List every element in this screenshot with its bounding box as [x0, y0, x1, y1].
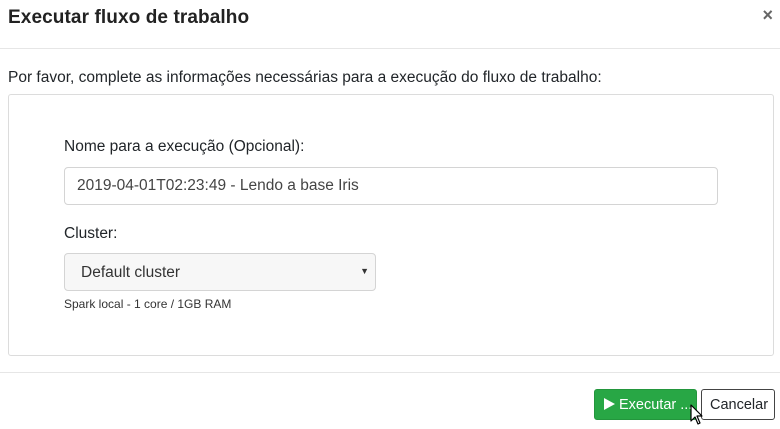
cancel-button-label: Cancelar	[710, 397, 769, 413]
cluster-help-text: Spark local - 1 core / 1GB RAM	[64, 297, 232, 311]
cancel-button[interactable]: Cancelar	[701, 389, 775, 420]
footer-divider	[0, 372, 780, 373]
play-icon	[604, 398, 615, 410]
run-button-label: Executar ...	[619, 397, 693, 413]
intro-text: Por favor, complete as informações neces…	[8, 69, 602, 86]
modal-header: Executar fluxo de trabalho ×	[0, 0, 780, 49]
close-icon[interactable]: ×	[762, 5, 773, 25]
execution-name-input[interactable]: 2019-04-01T02:23:49 - Lendo a base Iris	[64, 167, 718, 205]
cluster-label: Cluster:	[64, 225, 118, 242]
run-button[interactable]: Executar ...	[594, 389, 697, 420]
modal-title: Executar fluxo de trabalho	[8, 7, 250, 28]
mouse-cursor-icon	[690, 404, 703, 425]
chevron-down-icon: ▼	[360, 266, 369, 276]
form-panel	[8, 94, 774, 356]
execution-name-label: Nome para a execução (Opcional):	[64, 138, 305, 155]
cluster-select[interactable]: Default cluster ▼	[64, 253, 376, 291]
cluster-selected-value: Default cluster	[81, 264, 181, 281]
